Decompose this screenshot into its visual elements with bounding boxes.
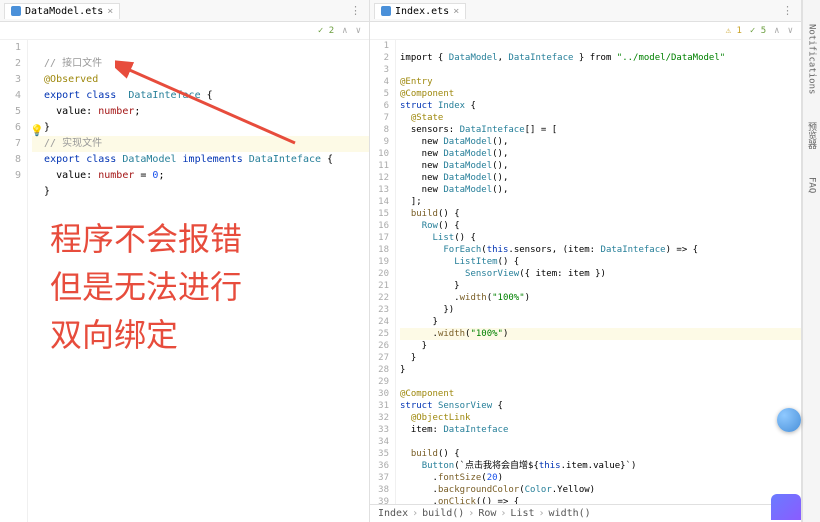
inspect-chevron-icon[interactable]: ∧ [774,26,779,36]
inspect-chevron-icon[interactable]: ∨ [356,26,361,36]
intention-bulb-icon[interactable]: 💡 [30,124,44,137]
left-tabs: DataModel.ets × ⋮ [0,0,369,22]
sidebar-notifications[interactable]: Notifications [805,20,819,98]
tab-label: Index.ets [395,6,449,17]
tab-index[interactable]: Index.ets × [374,3,466,19]
right-gutter: 1234567891011121314151617181920212223242… [370,40,396,504]
assistant-float-button[interactable] [777,408,801,432]
crumb[interactable]: width() [549,508,591,519]
tab-label: DataModel.ets [25,6,103,17]
check-badge[interactable]: ✓ 5 [750,26,766,36]
warn-badge[interactable]: ⚠ 1 [726,26,742,36]
crumb[interactable]: Index [378,508,408,519]
tabs-menu-icon[interactable]: ⋮ [778,4,797,17]
right-editor-pane: Index.ets × ⋮ ⚠ 1 ✓ 5 ∧ ∨ 12345678910111… [370,0,802,522]
inspect-chevron-icon[interactable]: ∨ [788,26,793,36]
bottom-float-button[interactable] [771,494,801,520]
sidebar-faq[interactable]: FAQ [805,173,819,197]
left-editor[interactable]: 123456789 // 接口文件 @Observed export class… [0,40,369,522]
ets-file-icon [381,6,391,16]
left-code[interactable]: // 接口文件 @Observed export class DataIntef… [28,40,369,522]
tabs-menu-icon[interactable]: ⋮ [346,4,365,17]
ets-file-icon [11,6,21,16]
close-icon[interactable]: × [107,6,113,17]
right-sidebar: Notifications 预览器 FAQ [802,0,820,522]
sidebar-previewer[interactable]: 预览器 [803,118,820,153]
inspect-chevron-icon[interactable]: ∧ [342,26,347,36]
right-editor[interactable]: 1234567891011121314151617181920212223242… [370,40,801,504]
tab-datamodel[interactable]: DataModel.ets × [4,3,120,19]
check-badge[interactable]: ✓ 2 [318,26,334,36]
crumb[interactable]: build() [422,508,464,519]
right-tabs: Index.ets × ⋮ [370,0,801,22]
left-editor-pane: DataModel.ets × ⋮ ✓ 2 ∧ ∨ 123456789 // 接… [0,0,370,522]
right-code[interactable]: import { DataModel, DataInteface } from … [396,40,801,504]
right-inspections: ⚠ 1 ✓ 5 ∧ ∨ [370,22,801,40]
left-inspections: ✓ 2 ∧ ∨ [0,22,369,40]
crumb[interactable]: List [510,508,534,519]
left-gutter: 123456789 [0,40,28,522]
close-icon[interactable]: × [453,6,459,17]
breadcrumb: Index› build()› Row› List› width() [370,504,801,522]
crumb[interactable]: Row [478,508,496,519]
